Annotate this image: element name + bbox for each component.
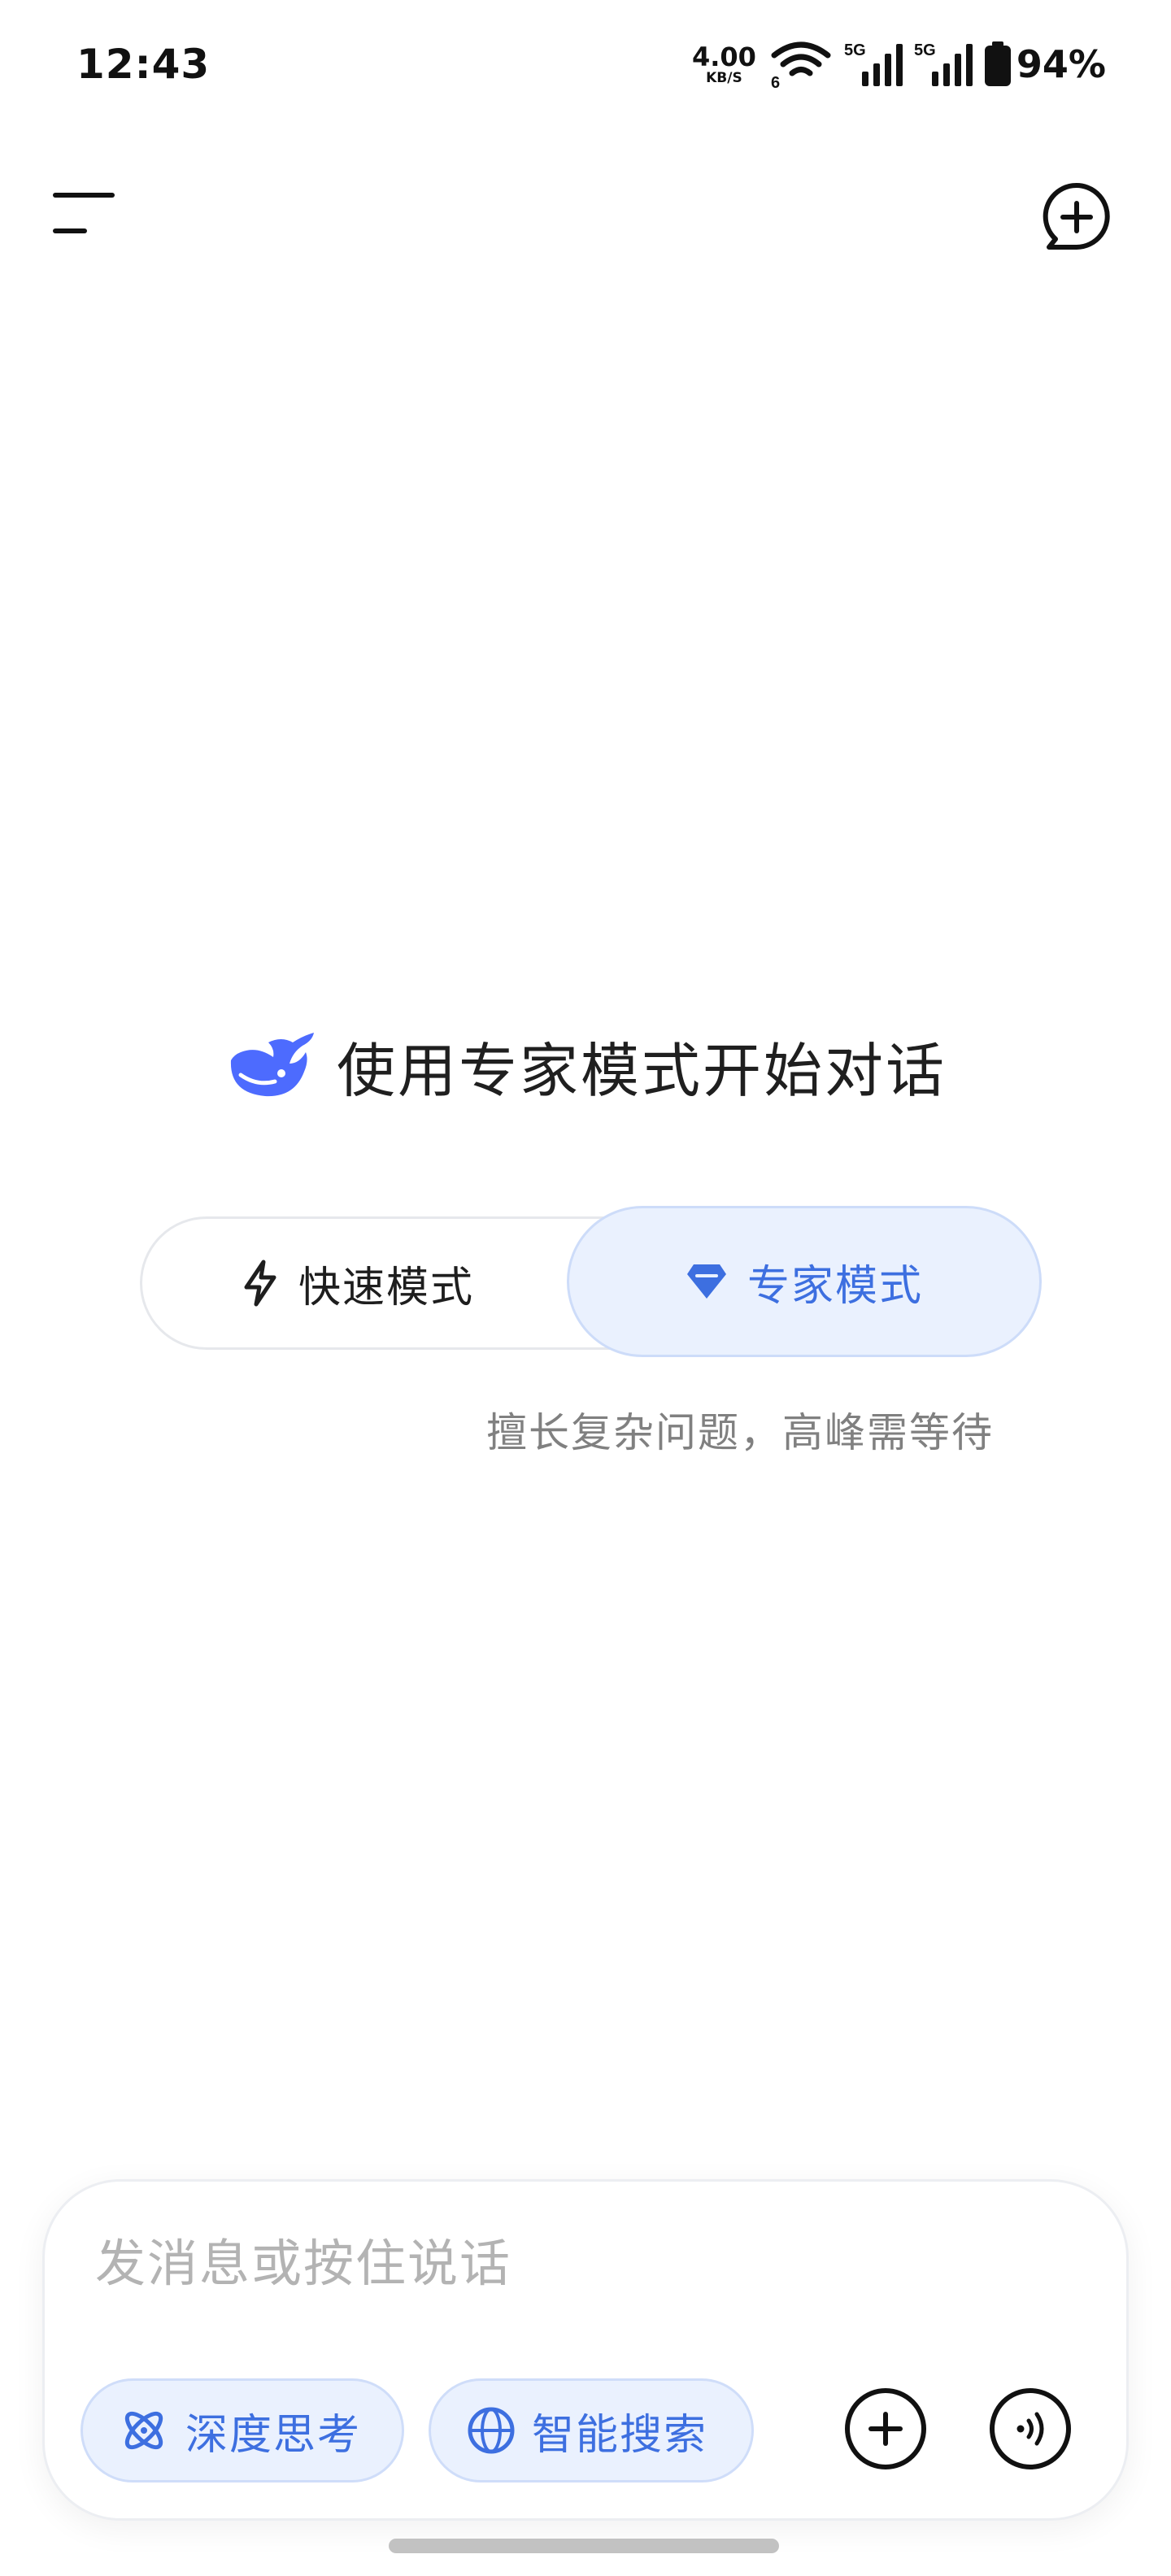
- status-time: 12:43: [76, 41, 211, 88]
- home-indicator[interactable]: [389, 2539, 779, 2553]
- cellular-signal-icon: 5G: [914, 41, 973, 86]
- message-composer: 发消息或按住说话 深度思考 智能搜索: [42, 2179, 1129, 2521]
- deep-think-label: 深度思考: [185, 2410, 362, 2460]
- atom-icon: [124, 2411, 163, 2450]
- smart-search-label: 智能搜索: [532, 2410, 708, 2460]
- mode-toggle: 快速模式 专家模式: [140, 1206, 1042, 1357]
- expert-mode-label: 专家模式: [747, 1261, 923, 1311]
- wifi-badge: 6: [771, 74, 780, 89]
- signal-1-label: 5G: [844, 41, 866, 59]
- voice-button[interactable]: [990, 2388, 1071, 2469]
- status-icons: 4.00 KB/S 6 5G 5G 94%: [692, 37, 1106, 91]
- signal-2-label: 5G: [914, 41, 936, 59]
- diamond-icon: [686, 1264, 726, 1299]
- menu-icon[interactable]: [52, 189, 117, 237]
- lightning-icon: [244, 1260, 276, 1307]
- status-bar: 12:43 4.00 KB/S 6 5G 5G 94%: [0, 0, 1171, 130]
- voice-wave-icon: [1016, 2412, 1044, 2446]
- wifi-icon: 6: [771, 41, 831, 89]
- fast-mode-label: 快速模式: [298, 1263, 474, 1312]
- battery-icon: [984, 41, 1011, 86]
- mode-hint: 擅长复杂问题，高峰需等待: [486, 1409, 994, 1456]
- deep-think-button[interactable]: 深度思考: [81, 2378, 404, 2482]
- whale-logo: [230, 1033, 314, 1097]
- cellular-signal-icon: 5G: [844, 41, 903, 86]
- welcome-heading: 使用专家模式开始对话: [0, 1016, 1171, 1114]
- attach-button[interactable]: [845, 2388, 926, 2469]
- expert-mode-button[interactable]: 专家模式: [567, 1206, 1042, 1357]
- message-input[interactable]: 发消息或按住说话: [95, 2227, 990, 2300]
- globe-icon: [468, 2407, 515, 2454]
- fast-mode-button[interactable]: 快速模式: [142, 1219, 573, 1347]
- new-chat-icon[interactable]: [1041, 181, 1112, 252]
- plus-circle-icon: [868, 2412, 903, 2446]
- battery-percent: 94%: [1016, 42, 1106, 86]
- network-speed-unit: KB/S: [706, 69, 742, 86]
- smart-search-button[interactable]: 智能搜索: [429, 2378, 754, 2482]
- welcome-title: 使用专家模式开始对话: [336, 1036, 947, 1105]
- screen: 12:43 4.00 KB/S 6 5G 5G 94% 使用专家模式开始对话 快…: [0, 0, 1171, 2576]
- network-speed: 4.00 KB/S: [692, 44, 756, 85]
- network-speed-value: 4.00: [691, 41, 756, 72]
